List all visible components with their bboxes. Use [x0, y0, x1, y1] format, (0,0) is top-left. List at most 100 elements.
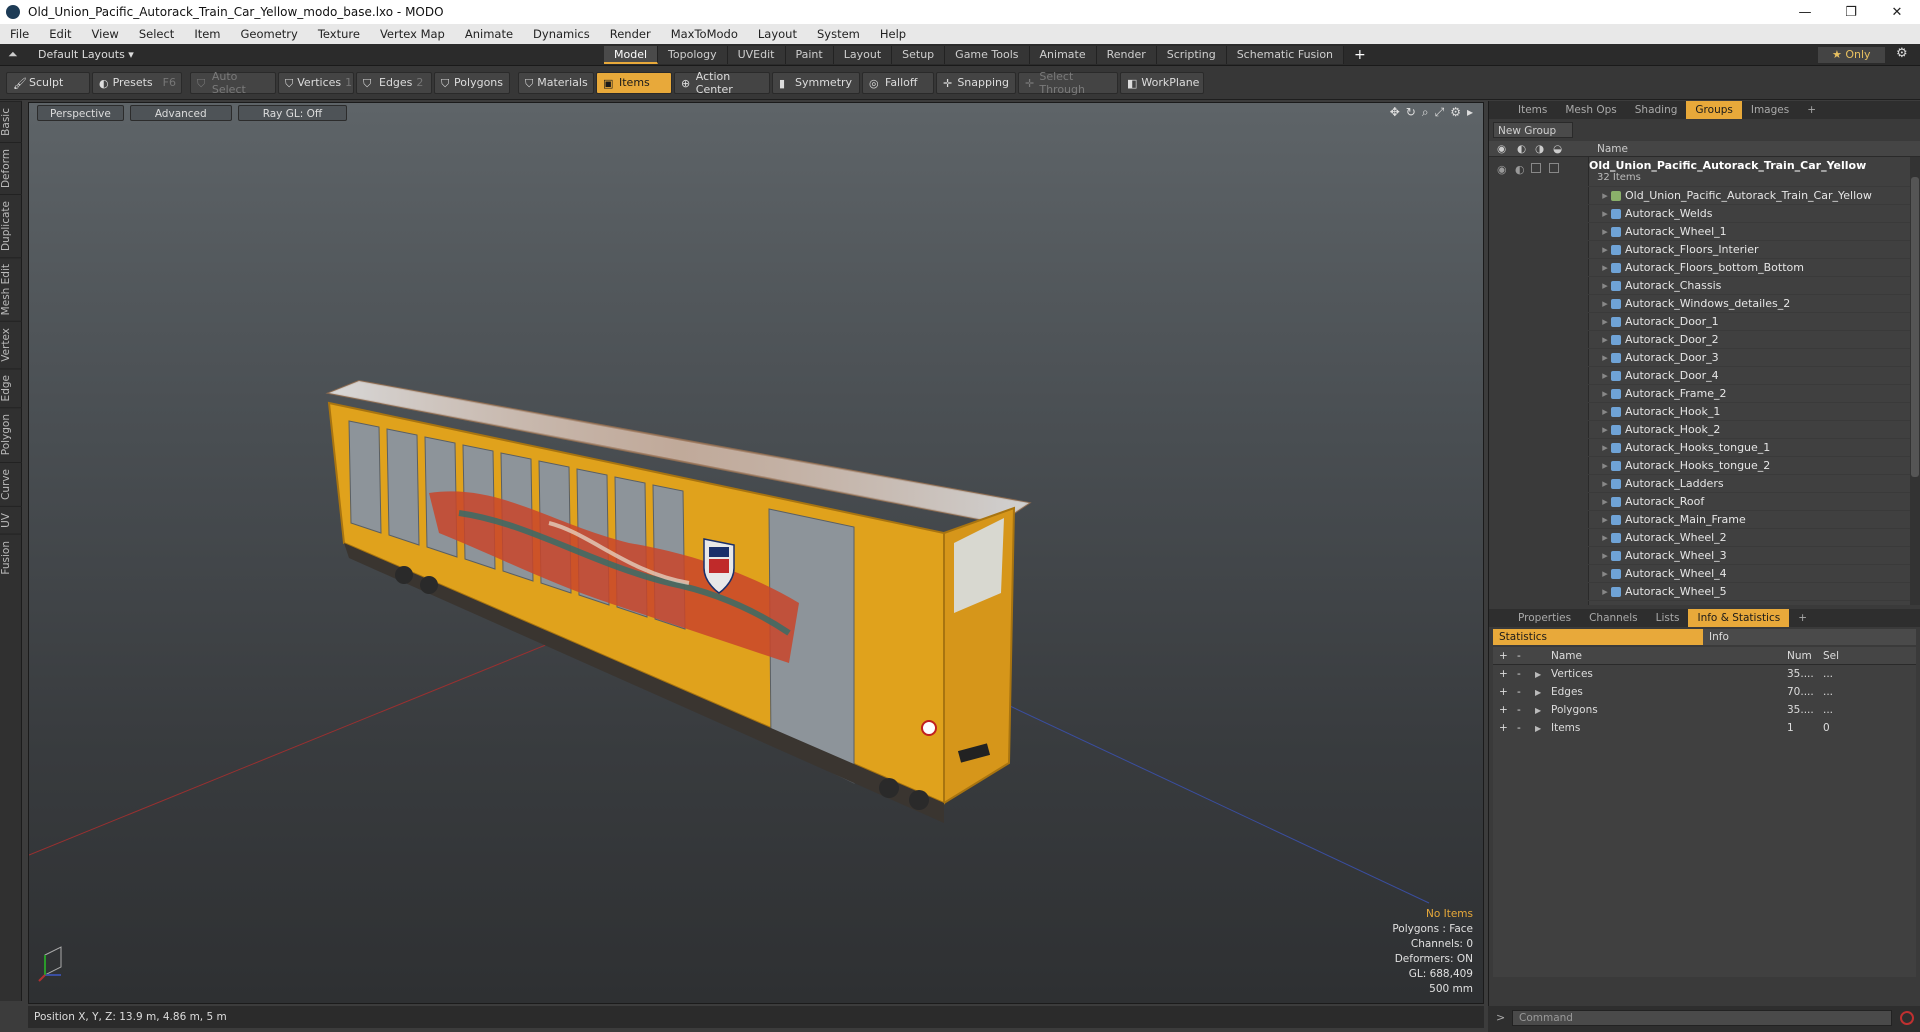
menu-edit[interactable]: Edit — [39, 27, 81, 41]
maximize-button[interactable]: ❐ — [1828, 0, 1874, 24]
group-item-row[interactable]: ▸ Autorack_Wheel_1 — [1489, 223, 1920, 241]
sculpt-button[interactable]: 🖌 Sculpt — [6, 71, 90, 94]
menu-animate[interactable]: Animate — [455, 27, 523, 41]
tab-topology[interactable]: Topology — [658, 46, 728, 64]
tab-items[interactable]: Items — [1509, 101, 1556, 119]
group-item-row[interactable]: ▸ Autorack_Windows_detailes_2 — [1489, 295, 1920, 313]
expand-arrow-icon[interactable]: ▸ — [1599, 531, 1611, 544]
vertices-button[interactable]: ⛉ Vertices 1 — [278, 71, 354, 94]
menu-file[interactable]: File — [0, 27, 39, 41]
snapping-button[interactable]: ✛ Snapping — [936, 71, 1016, 94]
workplane-button[interactable]: ◧ WorkPlane — [1120, 71, 1204, 94]
expand-arrow-icon[interactable]: ▸ — [1599, 333, 1611, 346]
layout-arrow-icon[interactable]: ⏶ — [8, 47, 18, 62]
menu-select[interactable]: Select — [129, 27, 184, 41]
expand-arrow-icon[interactable]: ▸ — [1599, 477, 1611, 490]
tab-groups[interactable]: Groups — [1686, 101, 1742, 119]
group-render-icon[interactable]: ◐ — [1515, 163, 1525, 176]
presets-button[interactable]: ◐ Presets F6 — [92, 71, 182, 94]
menu-maxtomodo[interactable]: MaxToModo — [661, 27, 748, 41]
statistics-subtab[interactable]: Statistics — [1493, 629, 1703, 645]
statistics-row[interactable]: + - ▶ Items 1 0 — [1493, 719, 1916, 737]
expand-arrow-icon[interactable]: ▸ — [1599, 567, 1611, 580]
tab-deform[interactable]: Deform — [0, 141, 22, 194]
expand-arrow-icon[interactable]: ▸ — [1599, 459, 1611, 472]
group-visibility-icon[interactable]: ◉ — [1497, 163, 1507, 176]
group-select-checkbox[interactable] — [1549, 163, 1559, 173]
expand-arrow-icon[interactable]: ▸ — [1599, 513, 1611, 526]
tab-mesh-edit[interactable]: Mesh Edit — [0, 256, 22, 322]
expand-arrow-icon[interactable]: ▸ — [1599, 351, 1611, 364]
group-item-row[interactable]: ▸ Autorack_Welds — [1489, 205, 1920, 223]
statistics-row[interactable]: + - ▶ Vertices 35....... — [1493, 665, 1916, 683]
edges-button[interactable]: ⛉ Edges 2 — [356, 71, 432, 94]
group-item-row[interactable]: ▸ Autorack_Hook_1 — [1489, 403, 1920, 421]
collapse-all-icon[interactable]: - — [1517, 650, 1529, 662]
row-add-icon[interactable]: + — [1499, 686, 1511, 698]
tab-fusion[interactable]: Fusion — [0, 533, 22, 581]
tab-vertex[interactable]: Vertex — [0, 321, 22, 368]
group-item-row[interactable]: ▸ Autorack_Ladders — [1489, 475, 1920, 493]
tab-curve[interactable]: Curve — [0, 461, 22, 506]
tab-shading[interactable]: Shading — [1626, 101, 1687, 119]
polygons-button[interactable]: ⛉ Polygons — [434, 71, 510, 94]
group-item-row[interactable]: ▸ Autorack_Wheel_5 — [1489, 583, 1920, 601]
falloff-button[interactable]: ◎ Falloff — [862, 71, 934, 94]
expand-arrow-icon[interactable]: ▸ — [1599, 261, 1611, 274]
menu-view[interactable]: View — [82, 27, 129, 41]
group-row[interactable]: ◉ ◐ Old_Union_Pacific_Autorack_Train_Car… — [1489, 157, 1920, 187]
tab-render[interactable]: Render — [1096, 46, 1157, 64]
row-expand-icon[interactable]: ▶ — [1535, 688, 1551, 697]
select-through-button[interactable]: ✛ Select Through — [1018, 70, 1118, 96]
tab-lists[interactable]: Lists — [1647, 609, 1689, 627]
command-input[interactable]: Command — [1512, 1010, 1892, 1026]
row-remove-icon[interactable]: - — [1517, 668, 1529, 680]
row-expand-icon[interactable]: ▶ — [1535, 670, 1551, 679]
expand-arrow-icon[interactable]: ▸ — [1599, 423, 1611, 436]
close-button[interactable]: ✕ — [1874, 0, 1920, 24]
default-layouts-dropdown[interactable]: Default Layouts ▾ — [38, 48, 134, 61]
tab-animate[interactable]: Animate — [1029, 46, 1097, 64]
expand-arrow-icon[interactable]: ▸ — [1599, 243, 1611, 256]
expand-arrow-icon[interactable]: ▸ — [1599, 207, 1611, 220]
only-toggle[interactable]: ★ Only — [1818, 47, 1885, 63]
row-add-icon[interactable]: + — [1499, 722, 1511, 734]
group-item-row[interactable]: ▸ Autorack_Frame_2 — [1489, 385, 1920, 403]
expand-arrow-icon[interactable]: ▸ — [1599, 225, 1611, 238]
action-center-button[interactable]: ⊕ Action Center — [674, 70, 770, 96]
group-item-row[interactable]: ▸ Autorack_Wheel_2 — [1489, 529, 1920, 547]
materials-button[interactable]: ⛉ Materials — [518, 71, 594, 94]
group-item-row[interactable]: ▸ Autorack_Hooks_tongue_1 — [1489, 439, 1920, 457]
tab-channels[interactable]: Channels — [1580, 609, 1647, 627]
row-expand-icon[interactable]: ▶ — [1535, 706, 1551, 715]
menu-texture[interactable]: Texture — [308, 27, 370, 41]
expand-arrow-icon[interactable]: ▸ — [1599, 441, 1611, 454]
groups-scrollbar[interactable] — [1910, 157, 1920, 605]
row-add-icon[interactable]: + — [1499, 704, 1511, 716]
group-item-row[interactable]: ▸ Autorack_Hook_2 — [1489, 421, 1920, 439]
expand-arrow-icon[interactable]: ▸ — [1599, 549, 1611, 562]
tab-uv[interactable]: UV — [0, 505, 22, 534]
expand-arrow-icon[interactable]: ▸ — [1599, 495, 1611, 508]
group-item-row[interactable]: ▸ Old_Union_Pacific_Autorack_Train_Car_Ye… — [1489, 187, 1920, 205]
group-item-row[interactable]: ▸ Autorack_Hooks_tongue_2 — [1489, 457, 1920, 475]
menu-item[interactable]: Item — [184, 27, 230, 41]
tab-properties[interactable]: Properties — [1509, 609, 1580, 627]
expand-arrow-icon[interactable]: ▸ — [1599, 189, 1611, 202]
settings-gear-icon[interactable]: ⚙ — [1896, 46, 1908, 61]
expand-arrow-icon[interactable]: ▸ — [1599, 369, 1611, 382]
group-item-row[interactable]: ▸ Autorack_Floors_Interier — [1489, 241, 1920, 259]
menu-render[interactable]: Render — [600, 27, 661, 41]
tab-game-tools[interactable]: Game Tools — [945, 46, 1030, 64]
group-item-row[interactable]: ▸ Autorack_Wheel_4 — [1489, 565, 1920, 583]
tab-edge[interactable]: Edge — [0, 367, 22, 408]
group-item-row[interactable]: ▸ Autorack_Roof — [1489, 493, 1920, 511]
tab-images[interactable]: Images — [1742, 101, 1798, 119]
row-add-icon[interactable]: + — [1499, 668, 1511, 680]
items-button[interactable]: ▣ Items — [596, 71, 672, 94]
expand-arrow-icon[interactable]: ▸ — [1599, 279, 1611, 292]
tab-basic[interactable]: Basic — [0, 101, 22, 142]
symmetry-button[interactable]: ▮ Symmetry — [772, 71, 860, 94]
group-item-row[interactable]: ▸ Autorack_Door_3 — [1489, 349, 1920, 367]
tab-model[interactable]: Model — [604, 46, 659, 64]
